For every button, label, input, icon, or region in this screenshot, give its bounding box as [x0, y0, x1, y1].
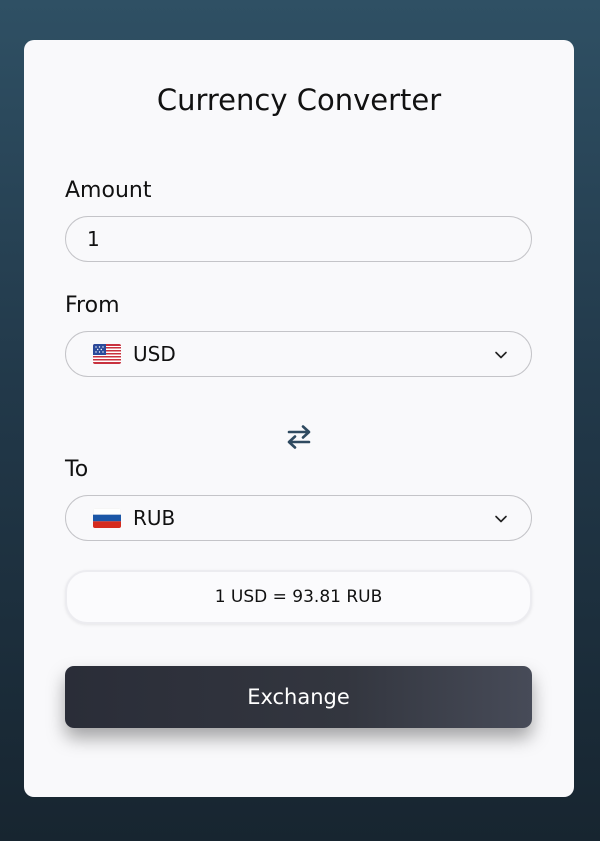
page-title: Currency Converter — [156, 83, 442, 117]
swap-arrows-icon[interactable] — [285, 423, 313, 451]
amount-label: Amount — [65, 178, 152, 203]
from-currency-select[interactable]: USD — [65, 331, 532, 377]
exchange-button[interactable]: Exchange — [65, 666, 532, 728]
chevron-down-icon — [495, 351, 507, 359]
converter-card: Currency Converter Amount From — [24, 40, 574, 797]
chevron-down-icon — [495, 515, 507, 523]
amount-field-wrapper — [65, 216, 532, 262]
exchange-rate-display: 1 USD = 93.81 RUB — [65, 570, 532, 624]
from-currency-code: USD — [133, 342, 176, 366]
to-currency-select[interactable]: RUB — [65, 495, 532, 541]
amount-input[interactable] — [66, 217, 531, 261]
ru-flag-icon — [93, 508, 121, 528]
to-currency-code: RUB — [133, 506, 176, 530]
us-flag-icon — [93, 344, 121, 364]
to-label: To — [65, 457, 89, 482]
from-label: From — [65, 293, 120, 318]
